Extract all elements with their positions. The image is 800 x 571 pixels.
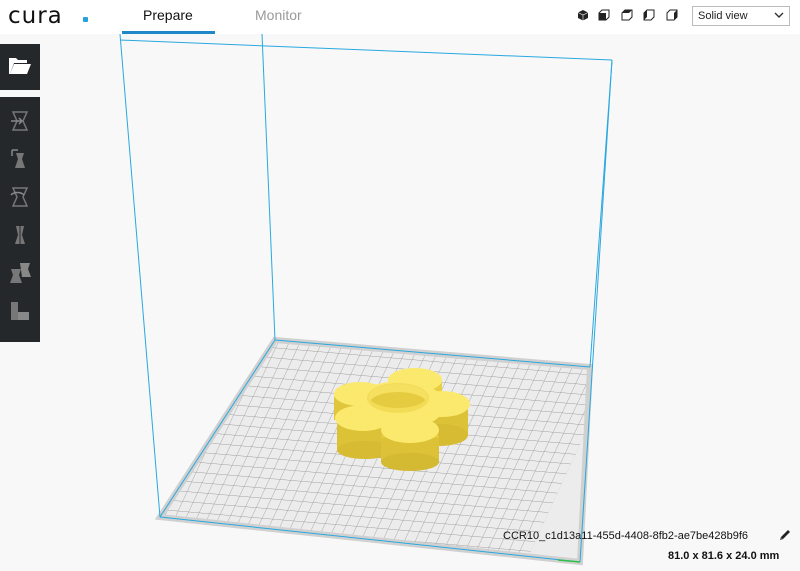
3d-view-icon[interactable] [577, 9, 589, 21]
right-view-icon[interactable] [666, 9, 678, 21]
model-dimensions: 81.0 x 81.6 x 24.0 mm [668, 550, 780, 562]
mirror-tool-icon[interactable] [8, 223, 32, 247]
model-name: CCR10_c1d13a11-455d-4408-8fb2-ae7be428b9… [503, 530, 749, 542]
cura-logo: cura [8, 3, 63, 29]
folder-open-icon [9, 58, 31, 74]
tab-monitor[interactable]: Monitor [255, 7, 302, 23]
left-toolbar [0, 44, 40, 342]
top-bar: cura Prepare Monitor Solid view [0, 0, 800, 34]
logo-dot [83, 17, 88, 22]
view-mode-select[interactable]: Solid view [692, 6, 790, 26]
tool-panel [0, 97, 40, 342]
rotate-tool-icon[interactable] [8, 185, 32, 209]
left-view-icon[interactable] [643, 9, 655, 21]
front-view-icon[interactable] [598, 9, 610, 21]
open-file-button[interactable] [0, 44, 40, 90]
support-blocker-icon[interactable] [8, 299, 32, 323]
per-model-settings-icon[interactable] [8, 261, 32, 285]
move-tool-icon[interactable] [8, 109, 32, 133]
top-view-icon[interactable] [621, 9, 633, 21]
pencil-edit-icon[interactable] [778, 528, 792, 542]
scale-tool-icon[interactable] [8, 147, 32, 171]
tab-prepare[interactable]: Prepare [143, 7, 193, 23]
chevron-down-icon [774, 12, 784, 18]
view-mode-value: Solid view [698, 10, 748, 22]
3d-viewport[interactable] [0, 34, 800, 571]
